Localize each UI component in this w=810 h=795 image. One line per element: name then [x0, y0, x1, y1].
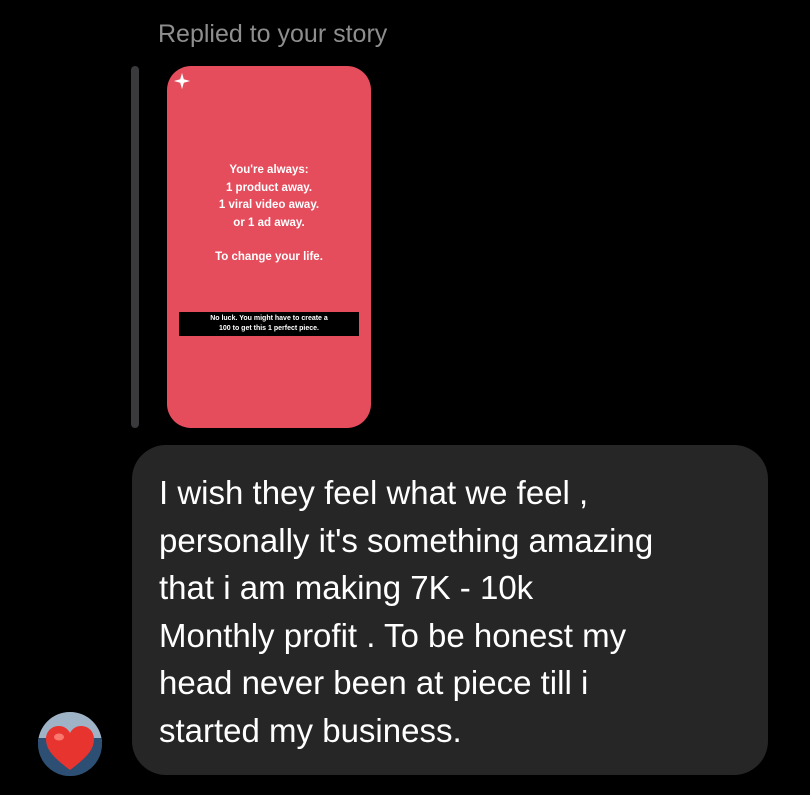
story-closing-line: To change your life. [215, 251, 323, 263]
story-line: 1 product away. [225, 181, 313, 194]
message-bubble[interactable]: I wish they feel what we feel , personal… [132, 445, 768, 775]
story-note-line: No luck. You might have to create a [210, 315, 328, 322]
avatar[interactable] [38, 712, 102, 776]
story-thumbnail[interactable]: You're always: 1 product away. 1 viral v… [167, 66, 371, 428]
message-text: I wish they feel what we feel , personal… [159, 474, 654, 749]
story-spacer [167, 232, 371, 249]
story-line: You're always: [229, 164, 309, 176]
story-note-line: 100 to get this 1 perfect piece. [219, 325, 319, 332]
reply-indicator-bar [131, 66, 139, 428]
story-text: You're always: 1 product away. 1 viral v… [167, 162, 371, 267]
story-line: or 1 ad away. [233, 216, 305, 229]
heart-icon [46, 726, 94, 770]
story-line: 1 viral video away. [218, 199, 320, 211]
replied-to-story-label: Replied to your story [158, 20, 388, 48]
story-note-caption: No luck. You might have to create a 100 … [179, 312, 359, 336]
sparkle-icon [173, 72, 191, 90]
